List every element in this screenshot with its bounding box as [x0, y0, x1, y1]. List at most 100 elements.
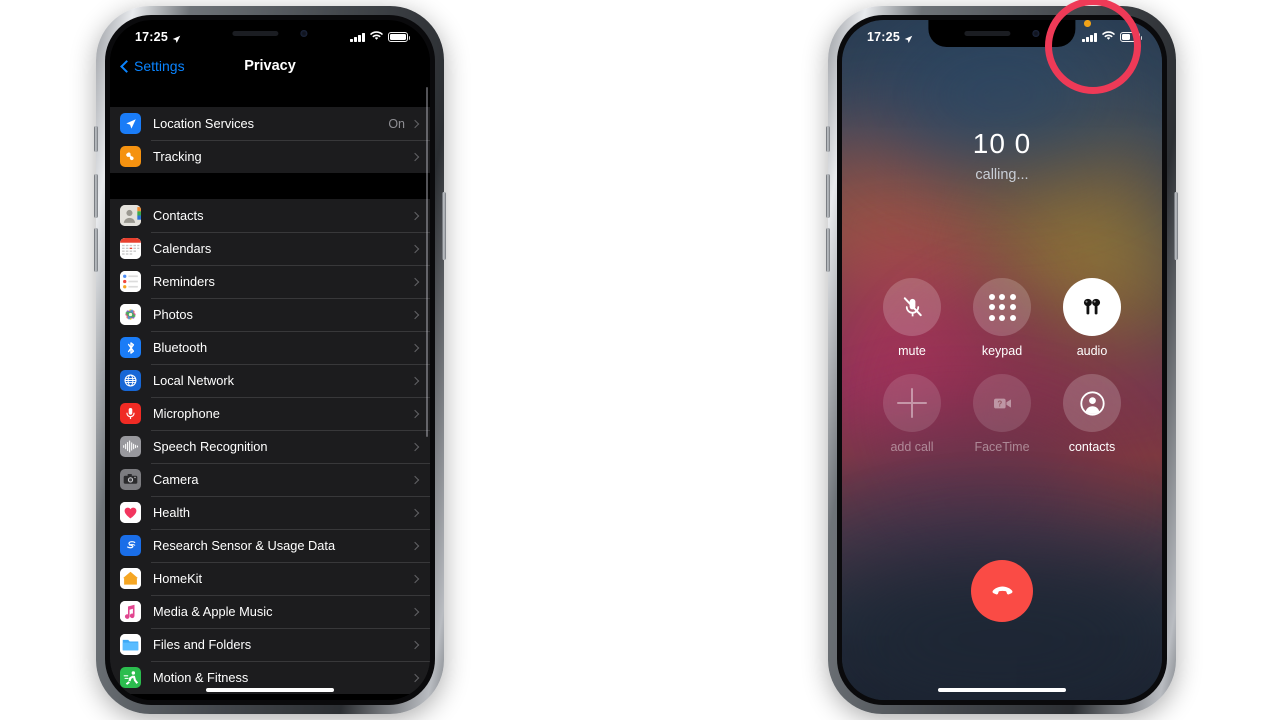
settings-row-media-apple-music[interactable]: Media & Apple Music: [110, 595, 430, 628]
settings-row-calendars[interactable]: Calendars: [110, 232, 430, 265]
camera-icon: [120, 469, 141, 490]
microphone-slash-icon: [903, 296, 922, 316]
call-controls: mute keypad audio add call ? FaceTime co…: [842, 278, 1162, 470]
row-value: On: [388, 116, 405, 131]
facetime-button[interactable]: ? FaceTime: [966, 374, 1038, 454]
row-label: Local Network: [153, 373, 235, 388]
row-label: Research Sensor & Usage Data: [153, 538, 336, 553]
mute-button[interactable]: mute: [876, 278, 948, 358]
cellular-bars-icon: [1082, 32, 1097, 42]
bluetooth-icon: [120, 337, 141, 358]
status-bar-right: [1082, 20, 1143, 44]
volume-up-button[interactable]: [826, 174, 830, 218]
mute-button-label: mute: [898, 344, 926, 358]
right-phone-bezel: 17:25 10 0 calling... mute keypad audio …: [837, 15, 1167, 705]
chevron-right-icon: [410, 442, 420, 451]
chevron-right-icon: [410, 277, 420, 286]
motion-fitness-icon: [120, 667, 141, 688]
mute-switch-button[interactable]: [94, 126, 98, 152]
settings-row-bluetooth[interactable]: Bluetooth: [110, 331, 430, 364]
settings-row-location-services[interactable]: Location Services On: [110, 107, 430, 140]
settings-row-reminders[interactable]: Reminders: [110, 265, 430, 298]
chevron-right-icon: [410, 541, 420, 550]
home-indicator[interactable]: [206, 687, 334, 692]
volume-down-button[interactable]: [826, 228, 830, 272]
keypad-button-circle: [973, 278, 1031, 336]
settings-row-files-and-folders[interactable]: Files and Folders: [110, 628, 430, 661]
chevron-right-icon: [410, 119, 420, 128]
row-label: HomeKit: [153, 571, 203, 586]
volume-up-button[interactable]: [94, 174, 98, 218]
keypad-grid-icon: [988, 293, 1016, 321]
health-icon: [120, 502, 141, 523]
settings-row-health[interactable]: Health: [110, 496, 430, 529]
add-call-button-label: add call: [890, 440, 934, 454]
settings-privacy-screen: 17:25 Settings Privacy Location Services…: [110, 20, 430, 700]
settings-row-speech-recognition[interactable]: Speech Recognition: [110, 430, 430, 463]
back-label: Settings: [134, 58, 185, 74]
volume-down-button[interactable]: [94, 228, 98, 272]
mute-switch-button[interactable]: [826, 126, 830, 152]
power-button[interactable]: [442, 192, 446, 260]
chevron-right-icon: [410, 244, 420, 253]
keypad-button[interactable]: keypad: [966, 278, 1038, 358]
wifi-icon: [1102, 30, 1115, 44]
local-network-icon: [120, 370, 141, 391]
call-controls-row-2: add call ? FaceTime contacts: [876, 374, 1128, 454]
airpods-icon: [1083, 298, 1101, 315]
chevron-right-icon: [410, 508, 420, 517]
right-status-bar: 17:25: [842, 20, 1162, 51]
chevron-right-icon: [410, 607, 420, 616]
left-phone-bezel: 17:25 Settings Privacy Location Services…: [105, 15, 435, 705]
settings-row-photos[interactable]: Photos: [110, 298, 430, 331]
list-scrollbar[interactable]: [425, 87, 428, 437]
row-label: Media & Apple Music: [153, 604, 273, 619]
power-button[interactable]: [1174, 192, 1178, 260]
back-to-settings-button[interactable]: Settings: [120, 58, 185, 74]
settings-row-homekit[interactable]: HomeKit: [110, 562, 430, 595]
navigation-bar: Settings Privacy: [110, 51, 430, 81]
reminders-icon: [120, 271, 141, 292]
end-call-handset-icon: [992, 585, 1012, 594]
home-indicator[interactable]: [938, 687, 1066, 692]
settings-row-camera[interactable]: Camera: [110, 463, 430, 496]
call-status: calling...: [975, 167, 1029, 183]
chevron-right-icon: [410, 376, 420, 385]
homekit-icon: [120, 568, 141, 589]
add-call-button[interactable]: add call: [876, 374, 948, 454]
settings-row-tracking[interactable]: Tracking: [110, 140, 430, 173]
row-label: Bluetooth: [153, 340, 208, 355]
row-label: Photos: [153, 307, 193, 322]
settings-list[interactable]: Location Services On Tracking Contacts C…: [110, 81, 430, 700]
active-call-screen: 17:25 10 0 calling... mute keypad audio …: [842, 20, 1162, 700]
battery-icon: [388, 32, 411, 42]
status-bar-right: [350, 30, 411, 44]
speech-recognition-icon: [120, 436, 141, 457]
add-call-button-circle: [883, 374, 941, 432]
chevron-right-icon: [410, 409, 420, 418]
chevron-right-icon: [410, 640, 420, 649]
contacts-button-label: contacts: [1068, 440, 1116, 454]
audio-button-circle: [1063, 278, 1121, 336]
row-label: Files and Folders: [153, 637, 252, 652]
status-bar-left: 17:25: [135, 30, 181, 44]
list-section-gap: [110, 173, 430, 199]
audio-button-label: audio: [1076, 344, 1108, 358]
settings-row-local-network[interactable]: Local Network: [110, 364, 430, 397]
svg-text:?: ?: [997, 399, 1002, 408]
settings-group-apps: Contacts Calendars Reminders Photos Blue…: [110, 199, 430, 694]
end-call-button[interactable]: [971, 560, 1033, 622]
photos-icon: [120, 304, 141, 325]
row-label: Tracking: [153, 149, 202, 164]
chevron-right-icon: [410, 310, 420, 319]
contacts-icon: [120, 205, 141, 226]
cellular-bars-icon: [350, 32, 365, 42]
settings-row-research-sensor-usage-data[interactable]: Research Sensor & Usage Data: [110, 529, 430, 562]
settings-row-microphone[interactable]: Microphone: [110, 397, 430, 430]
facetime-button-circle: ?: [973, 374, 1031, 432]
contacts-button[interactable]: contacts: [1056, 374, 1128, 454]
audio-button[interactable]: audio: [1056, 278, 1128, 358]
row-label: Camera: [153, 472, 199, 487]
settings-row-contacts[interactable]: Contacts: [110, 199, 430, 232]
contacts-button-circle: [1063, 374, 1121, 432]
